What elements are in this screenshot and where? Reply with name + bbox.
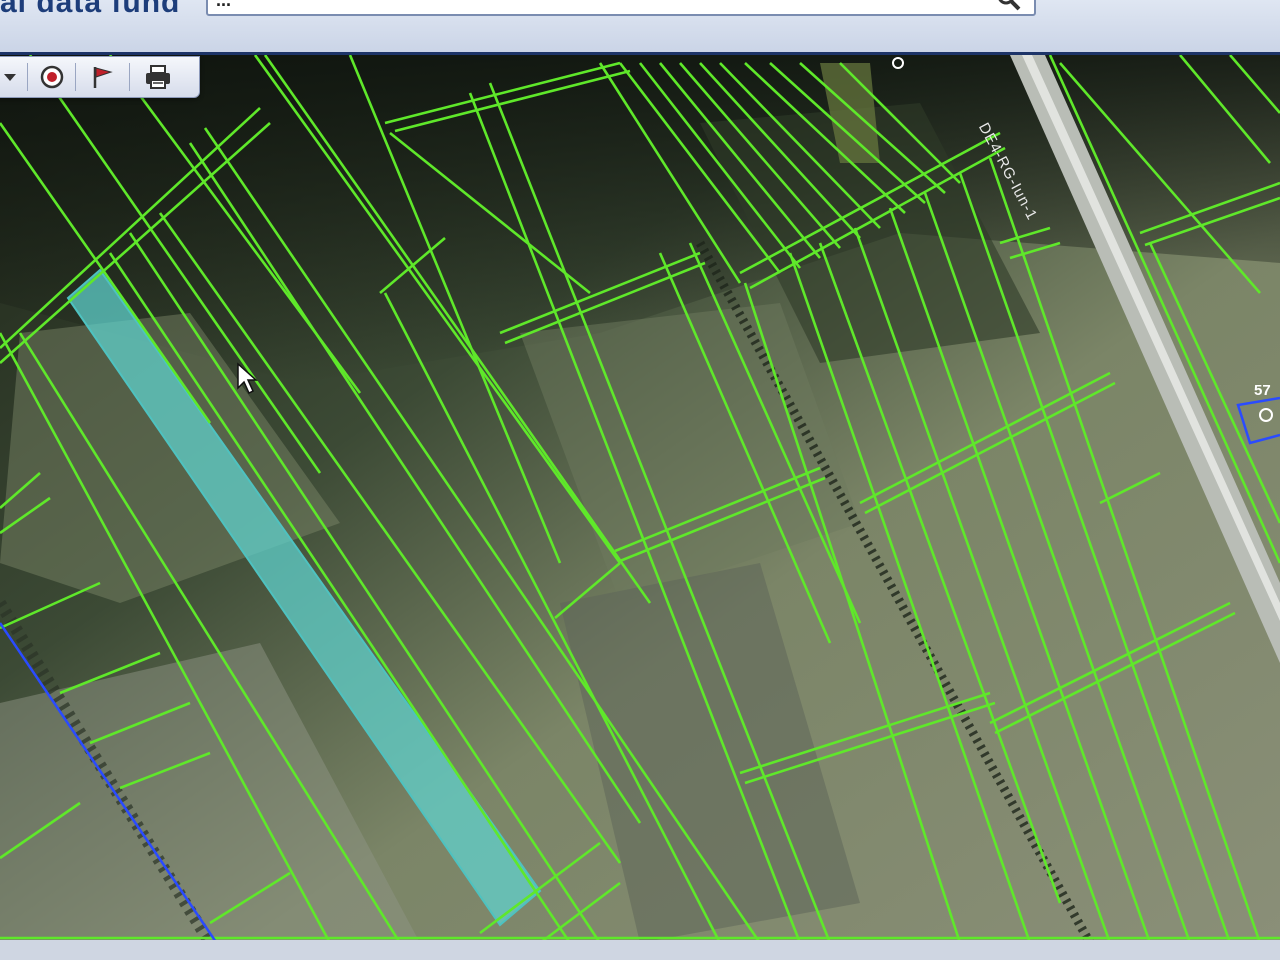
parcel-number-label: 57 — [1254, 382, 1271, 399]
dropdown-arrow-icon[interactable] — [0, 61, 27, 93]
search-icon[interactable] — [996, 0, 1022, 17]
monitor-bezel — [0, 940, 1280, 960]
toolbar-divider — [27, 63, 28, 91]
target-icon[interactable] — [35, 61, 69, 93]
mouse-cursor-icon — [236, 362, 258, 401]
toolbar-divider — [75, 63, 76, 91]
toolbar-divider — [129, 63, 130, 91]
page-title: al data fund — [0, 0, 181, 19]
flag-icon[interactable] — [85, 61, 119, 93]
map-canvas[interactable] — [0, 55, 1280, 945]
print-icon[interactable] — [141, 61, 175, 93]
search-input[interactable]: ... — [206, 0, 1036, 16]
satellite-imagery — [0, 55, 1280, 945]
app-header: al data fund ... — [0, 0, 1280, 56]
search-input-value: ... — [216, 0, 232, 10]
map-view[interactable] — [0, 52, 1280, 945]
map-toolbar — [0, 56, 200, 98]
screen: al data fund ... DE4-RG-Iun-1 57 — [0, 0, 1280, 960]
